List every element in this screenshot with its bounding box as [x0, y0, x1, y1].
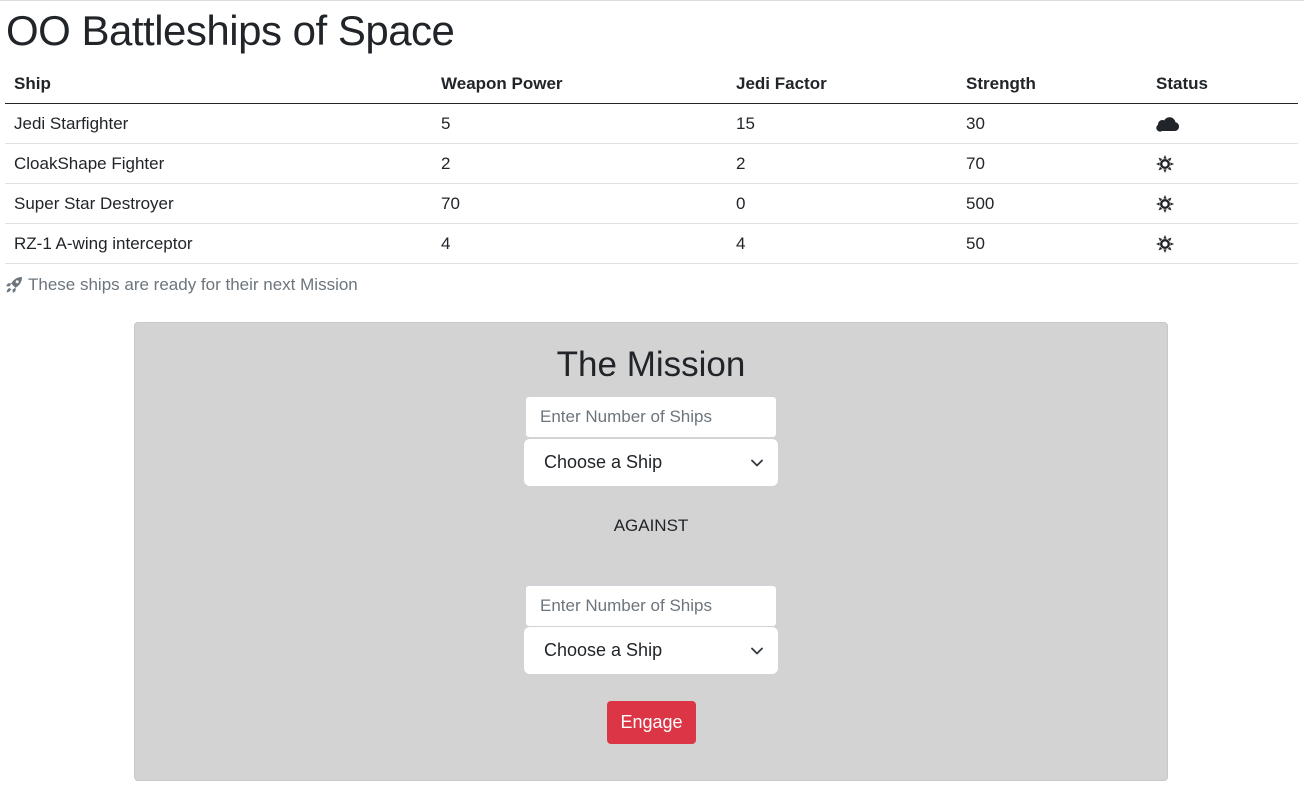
strength-cell: 70 — [957, 143, 1147, 184]
ships-table: Ship Weapon Power Jedi Factor Strength S… — [5, 65, 1298, 264]
strength-cell: 30 — [957, 103, 1147, 144]
table-row: CloakShape Fighter 2 2 70 — [5, 143, 1298, 184]
column-header-weapon-power: Weapon Power — [432, 65, 727, 104]
weapon-power-cell: 4 — [432, 223, 727, 264]
sun-icon — [1156, 154, 1298, 173]
ship-name-cell: Jedi Starfighter — [5, 103, 432, 144]
column-header-strength: Strength — [957, 65, 1147, 104]
fleet1-number-input[interactable] — [525, 396, 777, 438]
weapon-power-cell: 70 — [432, 183, 727, 224]
table-row: Jedi Starfighter 5 15 30 — [5, 103, 1298, 144]
status-cell — [1147, 143, 1298, 184]
chevron-down-icon — [750, 646, 764, 656]
ship-name-cell: RZ-1 A-wing interceptor — [5, 223, 432, 264]
column-header-jedi-factor: Jedi Factor — [727, 65, 957, 104]
jedi-factor-cell: 0 — [727, 183, 957, 224]
mission-panel: The Mission Choose a Ship AGAINST Choose… — [134, 322, 1168, 781]
against-label: AGAINST — [613, 516, 689, 535]
mission-title: The Mission — [556, 345, 746, 384]
column-header-ship: Ship — [5, 65, 432, 104]
weapon-power-cell: 5 — [432, 103, 727, 144]
caption-text: These ships are ready for their next Mis… — [28, 275, 358, 294]
ship-name-cell: Super Star Destroyer — [5, 183, 432, 224]
strength-cell: 500 — [957, 183, 1147, 224]
table-header-row: Ship Weapon Power Jedi Factor Strength S… — [5, 65, 1298, 104]
table-caption: These ships are ready for their next Mis… — [5, 273, 358, 297]
fleet2-number-input[interactable] — [525, 585, 777, 627]
chevron-down-icon — [750, 458, 764, 468]
weapon-power-cell: 2 — [432, 143, 727, 184]
sun-icon — [1156, 194, 1298, 213]
engage-button[interactable]: Engage — [607, 701, 696, 744]
sun-icon — [1156, 234, 1298, 253]
status-cell — [1147, 183, 1298, 224]
table-row: Super Star Destroyer 70 0 500 — [5, 183, 1298, 224]
strength-cell: 50 — [957, 223, 1147, 264]
table-row: RZ-1 A-wing interceptor 4 4 50 — [5, 223, 1298, 264]
fleet1-ship-select[interactable]: Choose a Ship — [524, 439, 778, 486]
page-title: OO Battleships of Space — [6, 7, 455, 54]
cloud-icon — [1156, 116, 1298, 132]
status-cell — [1147, 103, 1298, 144]
jedi-factor-cell: 4 — [727, 223, 957, 264]
ship-name-cell: CloakShape Fighter — [5, 143, 432, 184]
fleet2-ship-select-value: Choose a Ship — [544, 640, 663, 660]
fleet2-ship-select[interactable]: Choose a Ship — [524, 627, 778, 674]
jedi-factor-cell: 2 — [727, 143, 957, 184]
jedi-factor-cell: 15 — [727, 103, 957, 144]
top-border — [0, 0, 1304, 1]
column-header-status: Status — [1147, 65, 1298, 104]
rocket-icon — [5, 276, 23, 294]
status-cell — [1147, 223, 1298, 264]
fleet1-ship-select-value: Choose a Ship — [544, 452, 663, 472]
